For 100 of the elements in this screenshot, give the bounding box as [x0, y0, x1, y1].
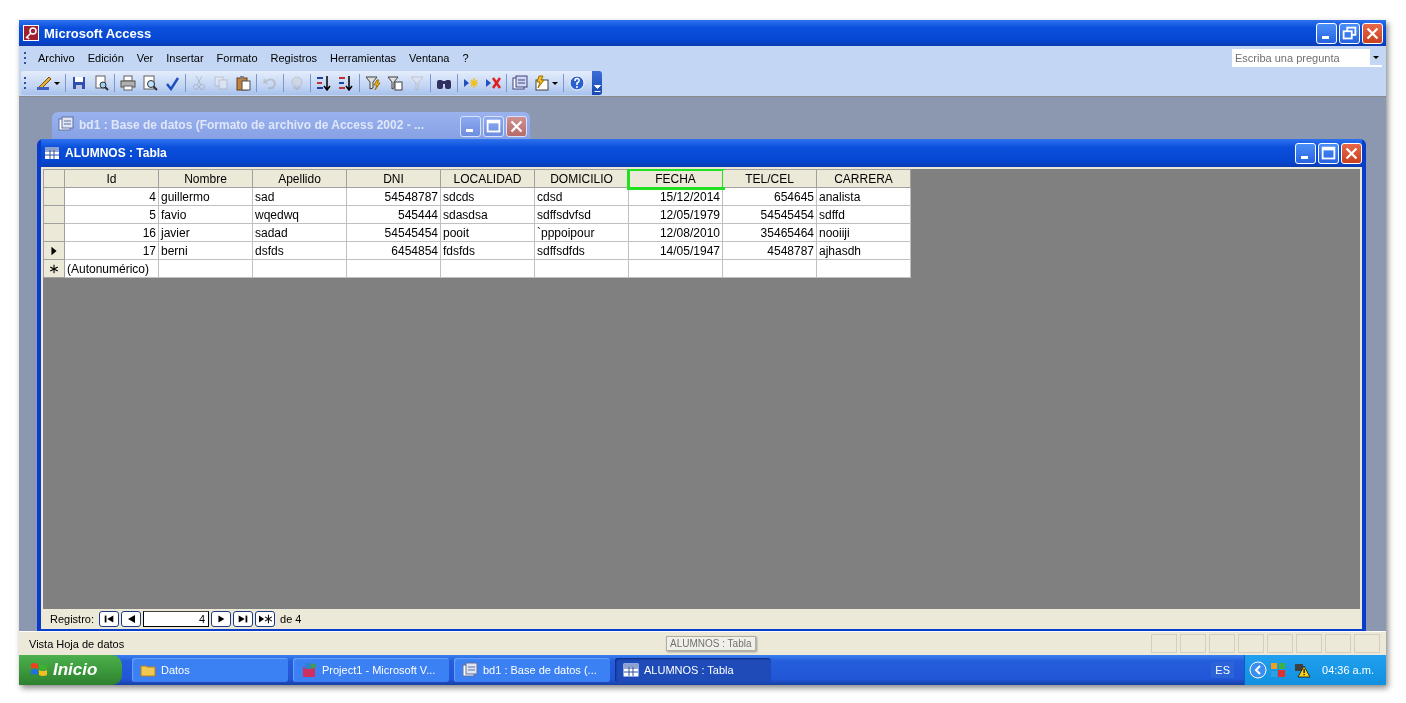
- table-cell: sdcds: [440, 187, 535, 206]
- table-cell: fdsfds: [440, 241, 535, 260]
- column-header[interactable]: Id: [64, 169, 159, 188]
- language-indicator[interactable]: ES: [1211, 662, 1234, 678]
- new-record-button[interactable]: [255, 611, 276, 627]
- minimize-icon: [1301, 155, 1308, 159]
- window-title: bd1 : Base de datos (Formato de archivo de Access 2002 - ...: [79, 117, 424, 134]
- grip-icon: [24, 76, 27, 90]
- table-cell: nooiiji: [816, 223, 911, 242]
- tooltip: ALUMNOS : Tabla: [666, 636, 756, 651]
- status-panel: [1325, 634, 1351, 653]
- column-header[interactable]: LOCALIDAD: [440, 169, 535, 188]
- taskbar-button[interactable]: bd1 : Base de datos (...: [454, 658, 610, 682]
- start-button[interactable]: Inicio: [19, 655, 122, 685]
- grip-icon: [24, 51, 27, 65]
- menu-item[interactable]: Registros: [265, 52, 325, 64]
- status-panel: [1267, 634, 1293, 653]
- table-cell: cdsd: [534, 187, 629, 206]
- column-header[interactable]: FECHA: [628, 169, 723, 188]
- table-cell: 15/12/2014: [628, 187, 723, 206]
- minimize-button[interactable]: [460, 116, 481, 137]
- menu-item[interactable]: Edición: [82, 52, 132, 64]
- menu-item[interactable]: ?: [457, 52, 477, 64]
- column-header[interactable]: DNI: [346, 169, 441, 188]
- table-cell: (Autonumérico): [64, 259, 159, 278]
- file-search-icon: [93, 75, 109, 91]
- folder-icon: [140, 662, 156, 678]
- copy-icon: [213, 75, 229, 91]
- database-window-icon: [462, 662, 478, 678]
- new-object-icon: [534, 75, 550, 91]
- minimize-icon: [466, 129, 473, 132]
- table-cell: pooit: [440, 223, 535, 242]
- print-preview-icon: [142, 75, 158, 91]
- menu-item[interactable]: Insertar: [161, 52, 212, 64]
- table-cell: 654645: [722, 187, 817, 206]
- column-header[interactable]: TEL/CEL: [722, 169, 817, 188]
- warning-icon[interactable]: [1294, 662, 1310, 678]
- taskbar-button[interactable]: Project1 - Microsoft V...: [293, 658, 449, 682]
- table-cell: 4548787: [722, 241, 817, 260]
- minimize-icon: [1322, 35, 1329, 39]
- table-cell: 54545454: [722, 205, 817, 224]
- table-cell: sdffsdvfsd: [534, 205, 629, 224]
- table-cell: guillermo: [158, 187, 253, 206]
- sort-descending-icon: [338, 75, 354, 91]
- status-text: Vista Hoja de datos: [28, 637, 125, 650]
- previous-record-button[interactable]: [121, 611, 142, 627]
- column-header[interactable]: DOMICILIO: [534, 169, 629, 188]
- windows-flag-icon: [29, 661, 49, 679]
- status-panel: [1238, 634, 1264, 653]
- question-field[interactable]: Escriba una pregunta: [1231, 48, 1383, 68]
- menu-item[interactable]: Ver: [131, 52, 162, 64]
- column-header[interactable]: Nombre: [158, 169, 253, 188]
- project-icon: [301, 662, 317, 678]
- table-cell: 54548787: [346, 187, 441, 206]
- scissors-icon: [191, 75, 207, 91]
- table-cell: analista: [816, 187, 911, 206]
- globe-link-icon: [289, 75, 305, 91]
- table-cell: javier: [158, 223, 253, 242]
- restore-button[interactable]: [1339, 22, 1360, 44]
- record-label: Registro:: [50, 613, 95, 625]
- sort-ascending-icon: [316, 75, 332, 91]
- table-cell: 4: [64, 187, 159, 206]
- status-panel: [1296, 634, 1322, 653]
- last-record-button[interactable]: [233, 611, 254, 627]
- save-icon: [71, 75, 87, 91]
- menu-item[interactable]: Herramientas: [325, 52, 405, 64]
- window-title: Microsoft Access: [44, 25, 152, 41]
- record-number-field[interactable]: 4: [143, 611, 210, 627]
- next-record-button[interactable]: [211, 611, 232, 627]
- expand-tray-icon[interactable]: [1249, 661, 1267, 679]
- taskbar-button[interactable]: Datos: [132, 658, 288, 682]
- menu-item[interactable]: Formato: [211, 52, 266, 64]
- spell-check-icon: [164, 75, 180, 91]
- table-cell: 12/05/1979: [628, 205, 723, 224]
- paste-icon: [235, 75, 251, 91]
- status-panel: [1180, 634, 1206, 653]
- new-record-icon: [463, 75, 479, 91]
- table-icon: [44, 145, 60, 161]
- design-icon: [36, 75, 52, 91]
- current-record-icon: [49, 244, 59, 257]
- table-cell: 545444: [346, 205, 441, 224]
- key-icon: [23, 25, 39, 41]
- table-cell: 6454854: [346, 241, 441, 260]
- column-header[interactable]: Apellido: [252, 169, 347, 188]
- toolbar-options-button[interactable]: [592, 71, 602, 95]
- table-cell: 16: [64, 223, 159, 242]
- menu-item[interactable]: Ventana: [404, 52, 458, 64]
- printer-icon: [120, 75, 136, 91]
- filter-icon: [409, 75, 425, 91]
- delete-record-icon: [485, 75, 501, 91]
- first-record-button[interactable]: [99, 611, 120, 627]
- table-cell: wqedwq: [252, 205, 347, 224]
- menu-item[interactable]: Archivo: [33, 52, 83, 64]
- maximize-button[interactable]: [483, 116, 504, 137]
- clock: 04:36 a.m.: [1322, 664, 1374, 676]
- taskbar-button[interactable]: ALUMNOS : Tabla: [615, 658, 771, 682]
- status-panel: [1151, 634, 1177, 653]
- column-header[interactable]: CARRERA: [816, 169, 911, 188]
- close-button[interactable]: [506, 116, 527, 137]
- table-cell: 35465464: [722, 223, 817, 242]
